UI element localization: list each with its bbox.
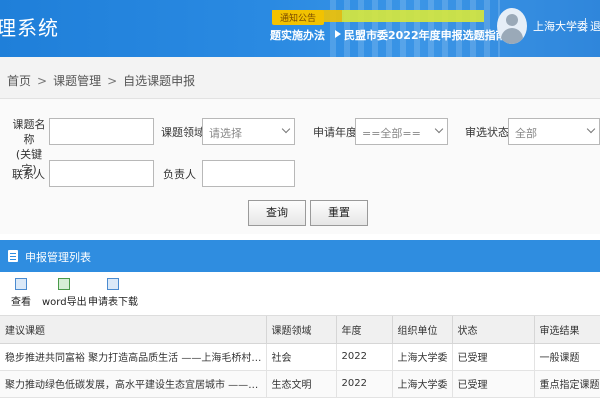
triangle-bullet-icon <box>335 30 341 38</box>
word-export-icon <box>58 278 71 290</box>
chevron-down-icon <box>586 124 596 134</box>
breadcrumb-separator: > <box>37 74 48 88</box>
field-label: 课题领域 <box>161 126 205 139</box>
status-cell: 已受理 <box>452 370 535 398</box>
chevron-down-icon <box>281 124 291 134</box>
status-select-value: 全部 <box>515 127 537 140</box>
panel-title: 申报管理列表 <box>25 251 91 264</box>
search-form: 课题名称 (关键字) 课题领域 请选择 申请年度 ==全部== 审选状态 全部 … <box>0 99 600 234</box>
year-cell: 2022 <box>336 370 393 398</box>
notice-ticker: 题实施办法 民盟市委2022年度申报选题指南 <box>270 27 507 43</box>
org-cell: 上海大学委 <box>392 370 453 398</box>
breadcrumb-home[interactable]: 首页 <box>7 74 31 88</box>
top-header: 理系统 通知公告 题实施办法 民盟市委2022年度申报选题指南 上海大学委 退出 <box>0 0 600 57</box>
breadcrumb-current: 自选课题申报 <box>123 74 196 88</box>
app-title: 理系统 <box>0 16 59 40</box>
table-row[interactable]: 聚力推动绿色低碳发展，高水平建设生态宜居城市 ——上海城市公民生态... 生态文… <box>0 370 600 398</box>
column-header[interactable]: 状态 <box>452 316 535 344</box>
owner-label: 负责人 <box>163 168 196 181</box>
table-header-row: 建议课题 课题领域 年度 组织单位 状态 审选结果 <box>0 316 600 344</box>
list-panel-header: 申报管理列表 <box>0 240 600 272</box>
form-download-label: 申请表下载 <box>88 297 138 308</box>
status-select[interactable]: 全部 <box>508 118 600 145</box>
document-icon <box>8 250 18 262</box>
word-export-button[interactable]: word导出 <box>42 278 87 308</box>
year-select-value: ==全部== <box>362 127 421 140</box>
status-cell: 已受理 <box>452 343 535 371</box>
topic-cell: 稳步推进共同富裕 聚力打造高品质生活 ——上海毛桥村精神生活共同富裕... <box>0 343 267 371</box>
column-header[interactable]: 组织单位 <box>392 316 453 344</box>
view-icon <box>15 278 27 290</box>
view-button[interactable]: 查看 <box>11 278 31 308</box>
contact-label: 联系人 <box>12 168 45 181</box>
breadcrumb-separator: > <box>107 74 118 88</box>
breadcrumb-section[interactable]: 课题管理 <box>53 74 101 88</box>
user-name: 上海大学委 <box>533 20 588 33</box>
year-select[interactable]: ==全部== <box>355 118 448 145</box>
user-icon <box>506 14 518 26</box>
notice-item[interactable]: 题实施办法 <box>270 29 325 42</box>
field-cell: 生态文明 <box>266 370 337 398</box>
topic-input[interactable] <box>49 118 154 145</box>
field-select-value: 请选择 <box>209 127 242 140</box>
column-header[interactable]: 审选结果 <box>534 316 600 344</box>
list-toolbar: 查看 word导出 申请表下载 <box>0 272 600 316</box>
header-divider <box>585 18 586 32</box>
form-download-button[interactable]: 申请表下载 <box>88 278 138 308</box>
application-table: 建议课题 课题领域 年度 组织单位 状态 审选结果 稳步推进共同富裕 聚力打造高… <box>0 316 600 398</box>
contact-input[interactable] <box>49 160 154 187</box>
logout-link[interactable]: 退出 <box>590 18 600 34</box>
avatar[interactable] <box>497 8 527 44</box>
result-cell: 重点指定课题 <box>534 370 600 398</box>
word-export-label: word导出 <box>42 297 87 308</box>
column-header[interactable]: 年度 <box>336 316 393 344</box>
reset-button[interactable]: 重置 <box>310 200 368 226</box>
download-icon <box>107 278 119 290</box>
notice-tag: 通知公告 <box>272 10 325 25</box>
year-label: 申请年度 <box>313 126 357 139</box>
view-label: 查看 <box>11 297 31 308</box>
chevron-down-icon <box>434 124 444 134</box>
column-header[interactable]: 建议课题 <box>0 316 267 344</box>
field-select[interactable]: 请选择 <box>202 118 295 145</box>
year-cell: 2022 <box>336 343 393 371</box>
org-cell: 上海大学委 <box>392 343 453 371</box>
query-button[interactable]: 查询 <box>248 200 306 226</box>
result-cell: 一般课题 <box>534 343 600 371</box>
table-row[interactable]: 稳步推进共同富裕 聚力打造高品质生活 ——上海毛桥村精神生活共同富裕... 社会… <box>0 343 600 371</box>
status-label: 审选状态 <box>465 126 509 139</box>
breadcrumb: 首页 > 课题管理 > 自选课题申报 <box>0 57 600 99</box>
owner-input[interactable] <box>202 160 295 187</box>
notice-item[interactable]: 民盟市委2022年度申报选题指南 <box>344 29 507 42</box>
field-cell: 社会 <box>266 343 337 371</box>
column-header[interactable]: 课题领域 <box>266 316 337 344</box>
topic-cell: 聚力推动绿色低碳发展，高水平建设生态宜居城市 ——上海城市公民生态... <box>0 370 267 398</box>
